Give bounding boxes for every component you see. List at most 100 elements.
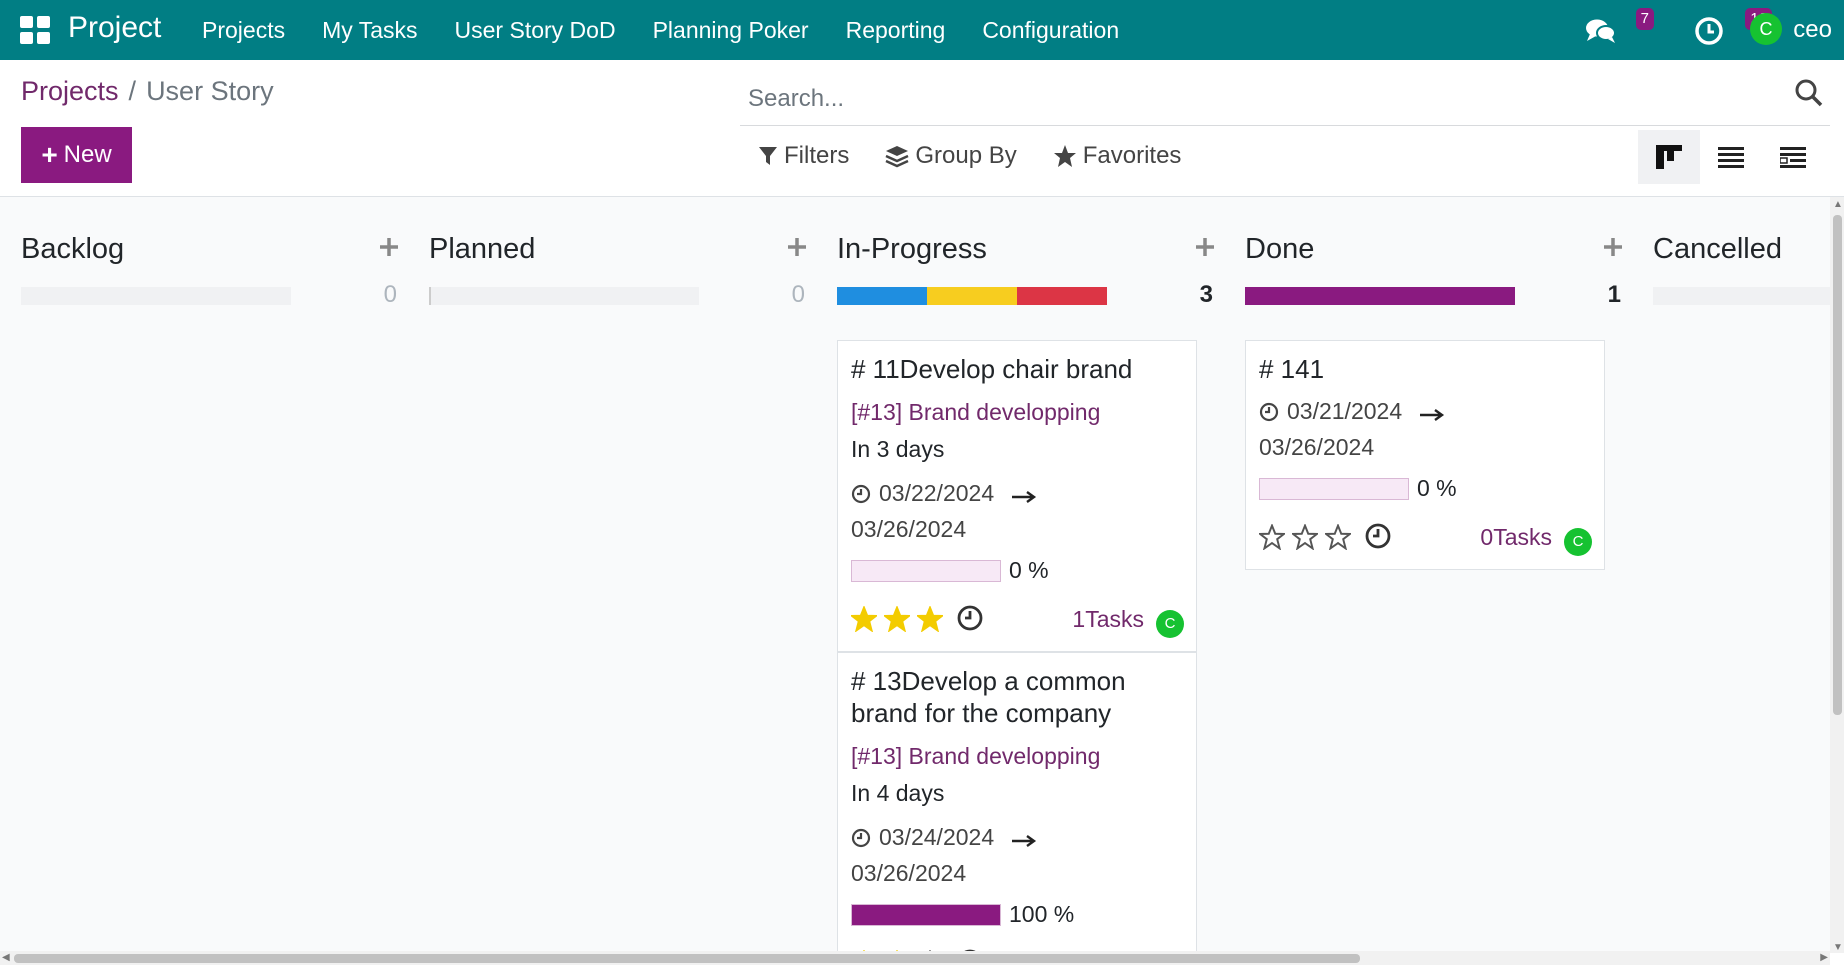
kanban-column-planned: Planned 0 xyxy=(429,197,806,953)
star-filled-icon[interactable] xyxy=(884,606,910,632)
column-progress-bar[interactable] xyxy=(1245,287,1515,305)
menu-configuration[interactable]: Configuration xyxy=(982,17,1119,44)
app-brand[interactable]: Project xyxy=(68,11,161,45)
progress-segment-blue[interactable] xyxy=(837,287,927,305)
progress-segment-done[interactable] xyxy=(1245,287,1515,305)
activity-clock-icon[interactable] xyxy=(1364,522,1392,550)
kanban-card[interactable]: # 13Develop a common brand for the compa… xyxy=(837,652,1197,953)
menu-planning-poker[interactable]: Planning Poker xyxy=(653,17,809,44)
breadcrumb: Projects / User Story xyxy=(21,76,274,107)
activity-clock-icon[interactable] xyxy=(956,604,984,632)
activity-view-button[interactable] xyxy=(1762,130,1824,184)
column-progress-bar[interactable] xyxy=(837,287,1107,305)
progress-bar-fill xyxy=(852,904,1000,925)
search-icon[interactable] xyxy=(1792,76,1826,110)
scroll-left-icon[interactable]: ◀ xyxy=(2,952,10,963)
scroll-down-icon[interactable]: ▼ xyxy=(1833,942,1843,953)
menu-projects[interactable]: Projects xyxy=(202,17,285,44)
progress-label: 0 % xyxy=(1417,475,1457,501)
card-avatar[interactable]: C xyxy=(1564,528,1592,556)
star-filled-icon[interactable] xyxy=(851,606,877,632)
card-deadline: In 3 days xyxy=(851,436,945,462)
card-end-date: 03/26/2024 xyxy=(851,860,967,886)
menu-my-tasks[interactable]: My Tasks xyxy=(322,17,417,44)
card-parent-link[interactable]: [#13] Brand developping xyxy=(851,399,1184,426)
menu-reporting[interactable]: Reporting xyxy=(846,17,946,44)
menu-user-story-dod[interactable]: User Story DoD xyxy=(455,17,616,44)
clock-icon xyxy=(851,484,871,504)
column-title: In-Progress xyxy=(837,233,987,265)
card-deadline: In 4 days xyxy=(851,780,945,806)
card-end-date: 03/26/2024 xyxy=(1259,434,1375,460)
progress-bar xyxy=(851,559,1001,582)
search-bar xyxy=(740,72,1830,126)
star-empty-icon[interactable] xyxy=(1259,524,1285,550)
column-progress-bar[interactable] xyxy=(21,287,291,305)
card-progress: 0 % xyxy=(851,557,1184,584)
search-input[interactable] xyxy=(748,80,1748,118)
list-view-icon xyxy=(1718,147,1744,168)
card-progress: 100 % xyxy=(851,901,1184,928)
progress-segment-red[interactable] xyxy=(1017,287,1107,305)
top-navbar: Project Projects My Tasks User Story DoD… xyxy=(0,0,1844,60)
arrow-right-icon xyxy=(1419,409,1444,421)
scroll-right-icon[interactable]: ▶ xyxy=(1820,952,1828,963)
card-avatar[interactable]: C xyxy=(1156,610,1184,638)
new-button[interactable]: + New xyxy=(21,127,132,183)
list-view-button[interactable] xyxy=(1700,130,1762,184)
plus-icon: + xyxy=(41,139,58,170)
star-filled-icon[interactable] xyxy=(917,606,943,632)
filter-icon xyxy=(759,147,777,165)
favorites-button[interactable]: Favorites xyxy=(1053,142,1182,170)
kanban-column-in-progress: In-Progress 3 # 11Develop chair brand [#… xyxy=(837,197,1214,953)
new-button-label: New xyxy=(63,141,112,168)
group-by-button[interactable]: Group By xyxy=(885,142,1017,170)
column-progress-bar[interactable] xyxy=(1653,287,1830,305)
kanban-card[interactable]: # 141 03/21/2024 03/26/2024 0 % 0Tasks C xyxy=(1245,340,1605,570)
card-parent-link[interactable]: [#13] Brand developping xyxy=(851,743,1184,770)
add-card-icon[interactable] xyxy=(785,235,809,259)
add-card-icon[interactable] xyxy=(1601,235,1625,259)
apps-menu-icon[interactable] xyxy=(20,16,50,44)
add-card-icon[interactable] xyxy=(1193,235,1217,259)
vertical-scrollbar[interactable]: ▲ ▼ xyxy=(1830,197,1844,953)
breadcrumb-projects[interactable]: Projects xyxy=(21,76,119,106)
progress-bar xyxy=(851,903,1001,926)
horizontal-scroll-thumb[interactable] xyxy=(14,954,1360,963)
vertical-scroll-thumb[interactable] xyxy=(1833,215,1842,715)
activity-view-icon xyxy=(1780,147,1806,168)
card-progress: 0 % xyxy=(1259,475,1592,502)
filters-label: Filters xyxy=(784,142,850,169)
filters-button[interactable]: Filters xyxy=(758,142,849,170)
column-progress-bar[interactable] xyxy=(429,287,699,305)
favorites-label: Favorites xyxy=(1082,142,1182,169)
star-empty-icon[interactable] xyxy=(1292,524,1318,550)
column-count: 0 xyxy=(383,281,397,308)
user-name[interactable]: ceo xyxy=(1793,16,1832,44)
kanban-card[interactable]: # 11Develop chair brand [#13] Brand deve… xyxy=(837,340,1197,652)
progress-segment-yellow[interactable] xyxy=(927,287,1017,305)
column-title: Done xyxy=(1245,233,1315,265)
star-empty-icon[interactable] xyxy=(1325,524,1351,550)
scroll-up-icon[interactable]: ▲ xyxy=(1833,199,1843,210)
tasks-link[interactable]: 1Tasks xyxy=(1072,606,1144,633)
kanban-view-button[interactable] xyxy=(1638,130,1700,184)
kanban-column-cancelled: Cancelled xyxy=(1653,197,1830,953)
priority-stars[interactable] xyxy=(851,606,950,632)
progress-label: 0 % xyxy=(1009,557,1049,583)
card-start-date: 03/22/2024 xyxy=(879,480,995,506)
star-icon xyxy=(1053,145,1076,167)
activity-clock-icon[interactable] xyxy=(1692,14,1726,48)
arrow-right-icon xyxy=(1011,491,1036,503)
user-avatar[interactable]: C xyxy=(1750,13,1782,45)
breadcrumb-separator: / xyxy=(128,76,137,106)
priority-stars[interactable] xyxy=(1259,524,1358,550)
card-start-date: 03/21/2024 xyxy=(1287,398,1403,424)
column-title: Planned xyxy=(429,233,536,265)
arrow-right-icon xyxy=(1011,835,1036,847)
tasks-link[interactable]: 0Tasks xyxy=(1480,524,1552,551)
card-title: # 11Develop chair brand xyxy=(851,354,1133,384)
add-card-icon[interactable] xyxy=(377,235,401,259)
messages-icon[interactable] xyxy=(1584,14,1618,48)
horizontal-scrollbar[interactable]: ◀ ▶ xyxy=(0,951,1830,965)
